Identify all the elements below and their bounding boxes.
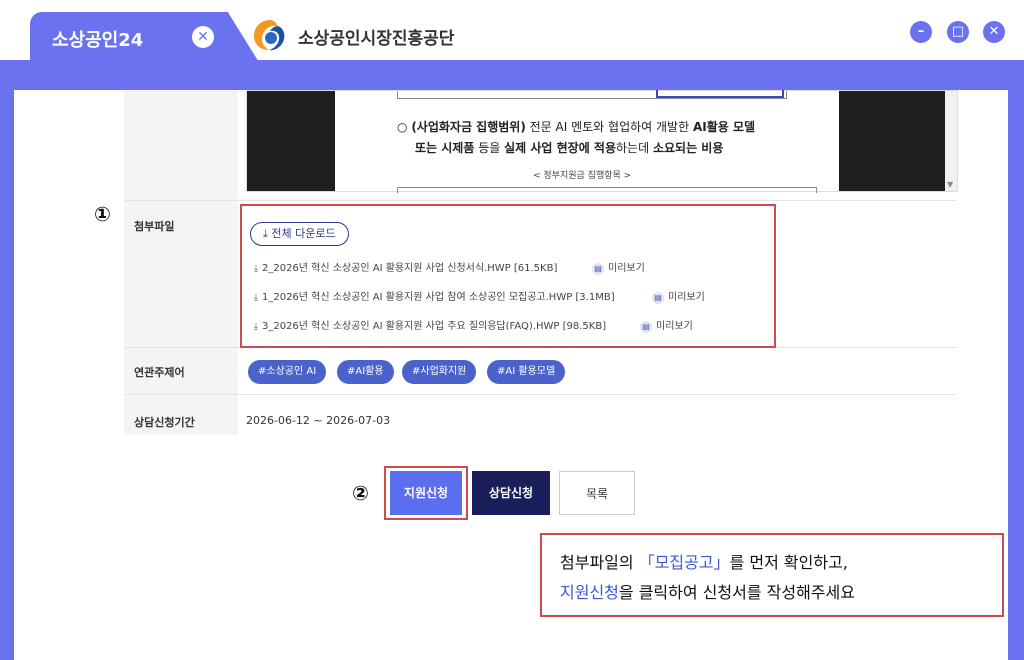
consult-button[interactable]: 상담신청 xyxy=(472,471,550,515)
doc-text: 등을 xyxy=(474,141,505,155)
file-name: 2_2026년 혁신 소상공인 AI 활용지원 사업 신청서식.HWP [61.… xyxy=(261,263,558,274)
doc-table-highlight xyxy=(656,90,784,98)
minimize-icon[interactable]: – xyxy=(910,21,932,43)
document-icon: ▤ xyxy=(640,321,652,333)
doc-table-top xyxy=(397,90,787,99)
preview-label: 미리보기 xyxy=(656,321,693,332)
tag-chip[interactable]: #사업화지원 xyxy=(402,360,477,384)
viewer-margin-right xyxy=(839,91,945,191)
callout-highlight: 지원신청 xyxy=(560,583,619,602)
row-divider xyxy=(124,200,956,201)
maximize-icon[interactable]: □ xyxy=(947,21,969,43)
step-marker-1: ① xyxy=(94,202,111,226)
preview-button[interactable]: ▤ 미리보기 xyxy=(652,288,705,304)
doc-text: 소요되는 비용 xyxy=(652,141,724,155)
viewer-scrollbar[interactable]: ▼ xyxy=(945,91,957,191)
label-cell-top xyxy=(124,90,238,200)
list-button[interactable]: 목록 xyxy=(559,471,635,515)
instruction-callout: 첨부파일의 「모집공고」를 먼저 확인하고, 지원신청을 클릭하여 신청서를 작… xyxy=(540,533,1004,617)
doc-text: 하는데 xyxy=(616,141,653,155)
attachment-file[interactable]: ⤓ 2_2026년 혁신 소상공인 AI 활용지원 사업 신청서식.HWP [61… xyxy=(254,259,557,274)
period-value: 2026-06-12 ~ 2026-07-03 xyxy=(246,414,391,427)
viewer-margin-left xyxy=(247,91,335,191)
agency-logo-icon xyxy=(254,20,285,51)
preview-label: 미리보기 xyxy=(668,292,705,303)
site-title: 소상공인시장진흥공단 xyxy=(298,29,455,49)
download-all-label: 전체 다운로드 xyxy=(271,227,336,240)
scroll-down-icon[interactable]: ▼ xyxy=(947,180,953,189)
doc-text: AI활용 모델 xyxy=(692,120,756,134)
tag-chip[interactable]: #소상공인 AI xyxy=(248,360,327,384)
doc-text: (사업화자금 집행범위) xyxy=(411,120,526,134)
document-viewer[interactable]: ○ (사업화자금 집행범위) 전문 AI 멘토와 협업하여 개발한 AI활용 모… xyxy=(246,90,958,193)
file-name: 1_2026년 혁신 소상공인 AI 활용지원 사업 참여 소상공인 모집공고.… xyxy=(261,292,615,303)
close-icon[interactable]: ✕ xyxy=(983,21,1005,43)
tab-title: 소상공인24 xyxy=(52,30,144,51)
doc-text: 또는 시제품 xyxy=(415,141,475,155)
tab-close-icon[interactable]: ✕ xyxy=(192,26,214,48)
callout-line: 첨부파일의 「모집공고」를 먼저 확인하고, xyxy=(560,549,848,573)
tag-chip[interactable]: #AI활용 xyxy=(337,360,394,384)
callout-text: 을 클릭하여 신청서를 작성해주세요 xyxy=(618,583,855,602)
file-name: 3_2026년 혁신 소상공인 AI 활용지원 사업 주요 질의응답(FAQ).… xyxy=(261,321,607,332)
tag-chip[interactable]: #AI 활용모델 xyxy=(487,360,566,384)
doc-bullet: ○ xyxy=(397,120,408,134)
doc-caption: < 정부지원금 집행항목 > xyxy=(533,171,632,181)
apply-button[interactable]: 지원신청 xyxy=(390,471,462,515)
download-icon: ⤓ xyxy=(254,264,258,274)
download-all-button[interactable]: ⤓ 전체 다운로드 xyxy=(250,222,349,246)
tags-label: 연관주제어 xyxy=(134,366,185,379)
doc-table-bottom xyxy=(397,187,817,193)
period-label: 상담신청기간 xyxy=(134,416,195,429)
preview-button[interactable]: ▤ 미리보기 xyxy=(592,259,645,275)
attachments-label: 첨부파일 xyxy=(134,220,175,233)
callout-text: 를 먼저 확인하고, xyxy=(729,553,848,572)
callout-line: 지원신청을 클릭하여 신청서를 작성해주세요 xyxy=(560,579,855,603)
page-content: ○ (사업화자금 집행범위) 전문 AI 멘토와 협업하여 개발한 AI활용 모… xyxy=(14,90,1008,660)
document-icon: ▤ xyxy=(652,292,664,304)
row-divider xyxy=(124,394,956,395)
doc-text-line: 또는 시제품 등을 실제 사업 현장에 적용하는데 소요되는 비용 xyxy=(415,139,723,156)
preview-label: 미리보기 xyxy=(608,263,645,274)
doc-text: 실제 사업 현장에 적용 xyxy=(504,141,617,155)
download-icon: ⤓ xyxy=(254,322,258,332)
doc-text: 전문 AI 멘토와 협업하여 개발한 xyxy=(525,120,693,134)
attachment-file[interactable]: ⤓ 3_2026년 혁신 소상공인 AI 활용지원 사업 주요 질의응답(FAQ)… xyxy=(254,317,606,332)
attachment-file[interactable]: ⤓ 1_2026년 혁신 소상공인 AI 활용지원 사업 참여 소상공인 모집공고… xyxy=(254,288,615,303)
document-icon: ▤ xyxy=(592,263,604,275)
callout-highlight: 「모집공고」 xyxy=(638,553,730,572)
preview-button[interactable]: ▤ 미리보기 xyxy=(640,317,693,333)
download-icon: ⤓ xyxy=(254,293,258,303)
doc-text-line: ○ (사업화자금 집행범위) 전문 AI 멘토와 협업하여 개발한 AI활용 모… xyxy=(397,118,755,135)
callout-text: 첨부파일의 xyxy=(560,553,639,572)
step-marker-2: ② xyxy=(352,481,369,505)
